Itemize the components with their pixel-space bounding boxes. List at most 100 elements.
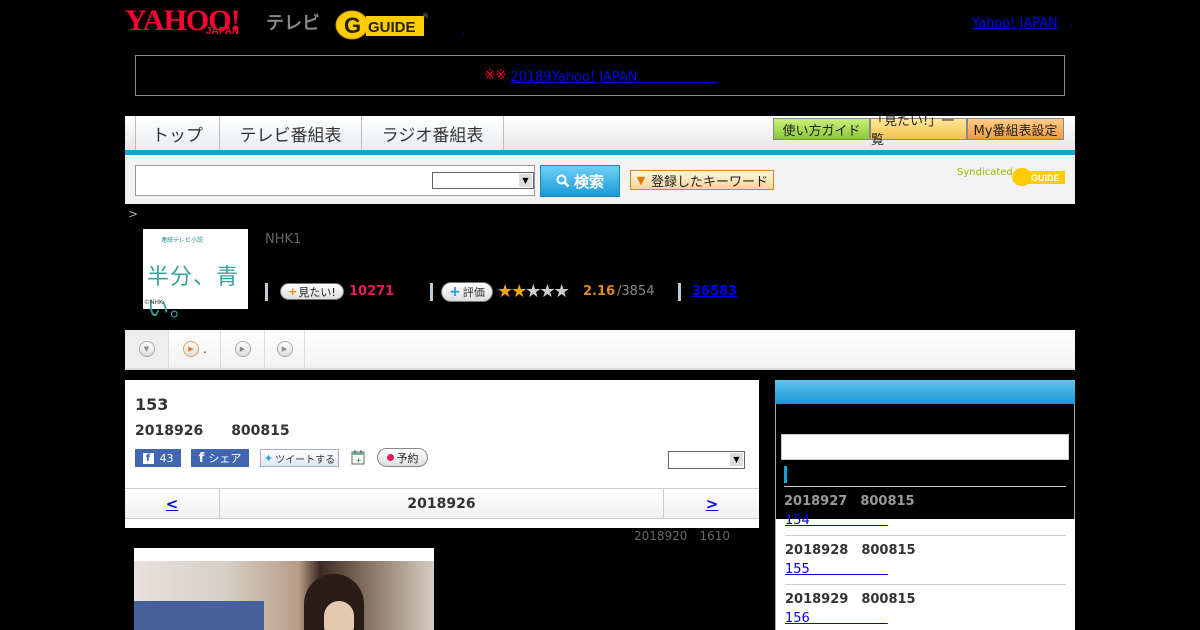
sidebar-episode-list: 154 2018928 800815 155 2018929 800815 15… [775, 513, 1075, 630]
updated-timestamp: 2018920 1610 [634, 529, 730, 543]
notice-link[interactable]: 20189Yahoo! JAPAN [510, 66, 715, 85]
tab-top[interactable]: トップ [135, 116, 220, 150]
pager-current-date: 2018926 [407, 495, 476, 512]
subnav-item-expand[interactable]: ▼ [125, 330, 169, 368]
mitai-label: 見たい! [298, 285, 336, 299]
play-icon: ▶ [183, 341, 199, 357]
usage-guide-button[interactable]: 使い方ガイド [773, 118, 870, 140]
program-thumbnail: 連続テレビ小説 半分、青い。 ©NHK [143, 229, 248, 322]
divider [430, 283, 433, 301]
star-empty-icon: ★ [553, 281, 570, 302]
chevron-down-icon: ▼ [138, 341, 155, 357]
photo-image [134, 561, 434, 630]
chevron-down-icon: ▼ [519, 174, 532, 187]
sidebar-episode-date: 2018927 800815 [784, 494, 915, 509]
sidebar-episode-link[interactable]: 155 [785, 558, 895, 577]
main-nav: トップ テレビ番組表 ラジオ番組表 使い方ガイド 「見たい!」一覧 My番組表設… [125, 114, 1075, 155]
subnav-item-3[interactable]: ▶ [265, 330, 305, 368]
review-count-link[interactable]: 36583 [692, 284, 737, 299]
search-icon [556, 174, 570, 188]
sidebar-episode-3[interactable]: 2018929 800815 156 [785, 588, 916, 626]
reserve-label: 予約 [396, 451, 419, 465]
search-category-select[interactable]: ▼ [432, 172, 534, 189]
channel-name: NHK1 [265, 232, 302, 247]
facebook-share-button[interactable]: f シェア [191, 449, 249, 467]
mitai-list-button[interactable]: 「見たい!」一覧 [870, 114, 967, 148]
facebook-like-count: 43 [159, 451, 174, 465]
svg-text:G: G [344, 13, 361, 38]
reserve-button[interactable]: 予約 [377, 448, 428, 467]
facebook-share-label: シェア [208, 452, 242, 465]
gguide-logo[interactable]: G GUIDE ® [334, 8, 430, 40]
pager-prev-link[interactable]: < [125, 489, 220, 518]
photo-detail [134, 601, 264, 630]
rate-label: 評価 [462, 286, 485, 299]
play-icon: ▶ [234, 341, 251, 357]
syndicated-text: Syndicated [957, 167, 1013, 178]
my-schedule-settings-button[interactable]: My番組表設定 [967, 118, 1064, 140]
facebook-icon: f [142, 452, 154, 464]
pager-next-link[interactable]: > [663, 489, 760, 518]
thumbnail-credit: ©NHK [144, 299, 163, 306]
svg-text:GUIDE: GUIDE [1031, 173, 1060, 183]
photo-detail [324, 601, 354, 630]
divider [265, 283, 268, 301]
star-empty-icon: ★ [525, 281, 541, 302]
detail-select[interactable]: ▼ [668, 451, 745, 469]
svg-text:®: ® [422, 12, 429, 20]
search-area: ▼ 検索 ▼ 登録したキーワード Syndicated GUIDE [125, 155, 1075, 204]
sidebar-episode-link[interactable]: 154 [785, 509, 895, 528]
thumbnail-title: 半分、青い。 [147, 265, 240, 322]
episode-photo [134, 548, 434, 630]
episode-detail: 153 2018926 800815 f 43 f シェア ✦ ツイートする +… [125, 380, 759, 528]
episode-date: 2018926 800815 [135, 423, 290, 439]
tv-logo-text: テレビ [266, 13, 320, 34]
thumbnail-subtitle: 連続テレビ小説 [161, 237, 204, 244]
search-button[interactable]: 検索 [540, 165, 620, 197]
tweet-label: ツイートする [275, 454, 336, 466]
yahoo-japan-link[interactable]: Yahoo! JAPAN [972, 16, 1058, 31]
subnav-item-label: . [203, 342, 207, 356]
registered-keyword-button[interactable]: ▼ 登録したキーワード [630, 170, 774, 190]
chevron-down-icon: ▼ [730, 453, 743, 466]
divider [785, 535, 1066, 536]
sidebar-header [775, 380, 1075, 404]
play-icon: ▶ [276, 341, 293, 357]
sidebar-episode-date: 2018928 800815 [785, 543, 916, 558]
header-dot-link[interactable]: . [462, 26, 465, 37]
subnav-item-1[interactable]: ▶ . [169, 330, 221, 368]
tab-tv-schedule[interactable]: テレビ番組表 [220, 116, 362, 150]
record-icon [386, 454, 394, 461]
star-filled-icon: ★ [497, 281, 513, 302]
tab-radio-schedule[interactable]: ラジオ番組表 [362, 116, 504, 150]
breadcrumb[interactable]: > [128, 207, 138, 221]
header-dot-link-2[interactable]: . [1070, 18, 1073, 29]
rating-count: /3854 [617, 284, 655, 299]
mitai-count: 10271 [349, 284, 395, 299]
divider [785, 584, 1066, 585]
tweet-button[interactable]: ✦ ツイートする [260, 449, 339, 467]
plus-icon: + [449, 284, 461, 300]
episode-pager: < 2018926 > [125, 488, 759, 519]
mitai-button[interactable]: + 見たい! [280, 283, 344, 300]
star-rating: ★★★★★ [497, 281, 570, 302]
rate-button[interactable]: + 評価 [441, 282, 493, 302]
episode-title: 153 [135, 395, 169, 414]
svg-text:+: + [355, 456, 362, 465]
yahoo-japan-logo-text: JAPAN [206, 26, 240, 37]
star-empty-icon: ★ [539, 281, 555, 302]
notice-mark: ※※ [484, 68, 507, 83]
subnav-item-2[interactable]: ▶ [221, 330, 265, 368]
sidebar-episode-date: 2018929 800815 [785, 592, 916, 607]
svg-text:GUIDE: GUIDE [368, 19, 416, 36]
plus-icon: + [288, 285, 298, 298]
star-filled-icon: ★ [511, 281, 527, 302]
sidebar-episode-1[interactable]: 2018927 800815 [784, 490, 915, 509]
sidebar-episode-link[interactable]: 156 [785, 607, 895, 626]
sidebar-input[interactable] [781, 434, 1069, 460]
rating-value: 2.16 [583, 284, 616, 299]
facebook-like-button[interactable]: f 43 [135, 449, 181, 467]
sidebar-episode-2[interactable]: 2018928 800815 155 [785, 539, 916, 577]
syndicated-gguide-logo: GUIDE [1011, 165, 1067, 187]
calendar-add-icon[interactable]: + [351, 449, 366, 465]
